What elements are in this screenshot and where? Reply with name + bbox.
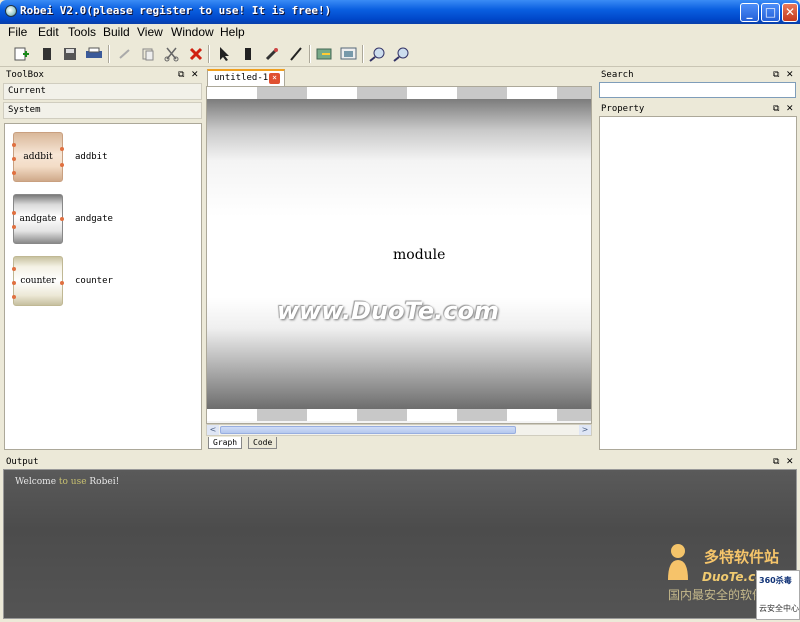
zoom-out-icon[interactable] xyxy=(392,45,412,63)
notification-text: 云安全中心 xyxy=(759,604,799,613)
andgate-module-icon[interactable]: andgate xyxy=(12,194,64,244)
toolbox-title: ToolBox xyxy=(6,70,44,80)
close-panel-icon[interactable]: ✕ xyxy=(786,102,794,116)
module-block[interactable]: module www.DuoTe.com xyxy=(207,99,591,409)
tab-label: untitled-1 xyxy=(214,73,269,83)
window-title: Robei V2.0(please register to use! It is… xyxy=(20,4,332,17)
float-icon[interactable]: ⧉ xyxy=(178,68,184,82)
tab-code[interactable]: Code xyxy=(248,437,278,449)
module-name: module xyxy=(393,247,446,263)
close-button[interactable]: ✕ xyxy=(782,3,798,22)
compile-icon[interactable] xyxy=(315,45,335,63)
toolbox-section-system[interactable]: System xyxy=(3,102,202,119)
menu-edit[interactable]: Edit xyxy=(38,25,59,39)
canvas-border-top xyxy=(207,87,591,99)
copy-icon[interactable] xyxy=(138,45,158,63)
toolbar-separator xyxy=(208,45,210,63)
module-icon-text: addbit xyxy=(23,152,53,162)
toolbar xyxy=(0,41,800,67)
app-icon xyxy=(5,5,17,17)
menu-view[interactable]: View xyxy=(137,25,163,39)
watermark-brand: 多特软件站 xyxy=(704,548,780,566)
search-field[interactable] xyxy=(599,82,796,98)
toolbox-item-label[interactable]: counter xyxy=(75,276,113,286)
counter-module-icon[interactable]: counter xyxy=(12,256,64,306)
zoom-in-icon[interactable] xyxy=(368,45,388,63)
float-icon[interactable]: ⧉ xyxy=(773,68,779,82)
maximize-button[interactable]: □ xyxy=(761,3,780,22)
property-header: Property ⧉ ✕ xyxy=(598,102,797,116)
scroll-left-icon[interactable]: < xyxy=(207,425,219,435)
output-header: Output ⧉ ✕ xyxy=(3,455,797,469)
search-input[interactable] xyxy=(600,83,795,98)
module-icon-text: counter xyxy=(20,276,56,286)
mascot-icon xyxy=(668,544,688,580)
print-icon[interactable] xyxy=(84,45,104,63)
menu-file[interactable]: File xyxy=(8,25,27,39)
title-bar: Robei V2.0(please register to use! It is… xyxy=(0,0,800,24)
module-icon-text: andgate xyxy=(19,214,57,224)
output-text-end: Robei! xyxy=(86,477,120,487)
pin-icon[interactable] xyxy=(262,45,282,63)
toolbox-header: ToolBox ⧉ ✕ xyxy=(3,68,202,82)
property-list xyxy=(599,116,797,450)
toolbox-item-label[interactable]: addbit xyxy=(75,152,108,162)
close-panel-icon[interactable]: ✕ xyxy=(191,68,199,82)
close-panel-icon[interactable]: ✕ xyxy=(786,68,794,82)
output-title: Output xyxy=(6,457,39,467)
menu-tools[interactable]: Tools xyxy=(68,25,96,39)
tab-graph[interactable]: Graph xyxy=(208,437,243,449)
wire-icon[interactable] xyxy=(286,45,306,63)
toolbox-section-current[interactable]: Current xyxy=(3,83,202,100)
cut-icon[interactable] xyxy=(162,45,182,63)
search-header: Search ⧉ ✕ xyxy=(598,68,797,82)
output-text-highlight: to use xyxy=(58,477,87,487)
save-icon[interactable] xyxy=(60,45,80,63)
scroll-thumb[interactable] xyxy=(220,426,516,434)
design-canvas[interactable]: module www.DuoTe.com xyxy=(206,86,592,424)
module-icon[interactable] xyxy=(238,45,258,63)
toolbar-separator xyxy=(309,45,311,63)
addbit-module-icon[interactable]: addbit xyxy=(12,132,64,182)
output-message: Welcome to use Robei! xyxy=(15,477,119,487)
menu-window[interactable]: Window xyxy=(171,25,214,39)
pointer-icon[interactable] xyxy=(214,45,234,63)
property-title: Property xyxy=(601,104,645,114)
close-panel-icon[interactable]: ✕ xyxy=(786,455,794,469)
menu-help[interactable]: Help xyxy=(220,25,245,39)
search-title: Search xyxy=(601,70,634,80)
section-label: System xyxy=(8,105,41,115)
toolbar-separator xyxy=(362,45,364,63)
float-icon[interactable]: ⧉ xyxy=(773,455,779,469)
toolbox-item-label[interactable]: andgate xyxy=(75,214,113,224)
new-file-icon[interactable] xyxy=(12,45,32,63)
scroll-right-icon[interactable]: > xyxy=(579,425,591,435)
output-text-start: Welcome xyxy=(15,477,59,487)
tab-close-icon[interactable]: × xyxy=(269,73,280,84)
toolbar-separator xyxy=(108,45,110,63)
editor-tabstrip: untitled-1 × xyxy=(205,68,597,86)
watermark-text: www.DuoTe.com xyxy=(277,297,499,325)
delete-icon[interactable] xyxy=(186,45,206,63)
float-icon[interactable]: ⧉ xyxy=(773,102,779,116)
menu-build[interactable]: Build xyxy=(103,25,130,39)
notification-title: 360杀毒 xyxy=(759,576,792,585)
toolbox-list: addbit addbit andgate andgate counter co… xyxy=(4,123,202,450)
section-label: Current xyxy=(8,86,46,96)
menu-bar: File Edit Tools Build View Window Help xyxy=(0,24,800,41)
open-icon[interactable] xyxy=(37,45,57,63)
notification-popup[interactable]: 360杀毒 云安全中心 xyxy=(756,570,800,620)
horizontal-scrollbar[interactable]: < > xyxy=(206,424,592,436)
simulate-icon[interactable] xyxy=(339,45,359,63)
canvas-border-bottom xyxy=(207,409,591,421)
minimize-button[interactable]: _ xyxy=(740,3,759,22)
tab-untitled-1[interactable]: untitled-1 × xyxy=(207,69,285,86)
undo-icon[interactable] xyxy=(115,45,135,63)
